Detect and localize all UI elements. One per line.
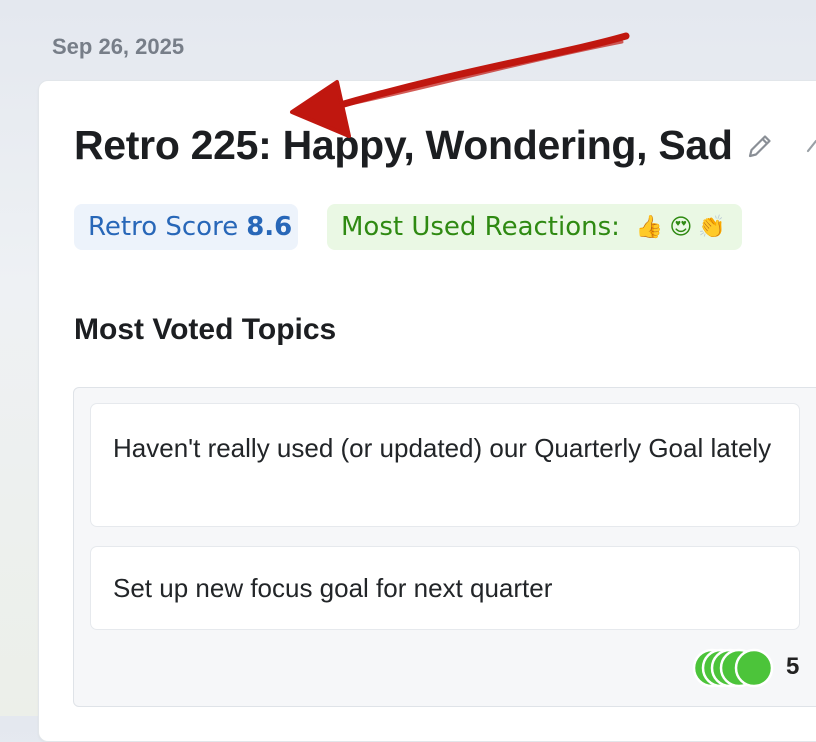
vote-count: 5 [786, 653, 800, 680]
heart-eyes-reaction: 😍 [669, 214, 693, 240]
reactions-badge: Most Used Reactions: 👍 😍 👏 [327, 204, 742, 250]
retro-score-badge: Retro Score 8.6 [74, 204, 298, 250]
vote-dots-icon [692, 648, 774, 688]
page-title: Retro 225: Happy, Wondering, Sad [74, 122, 733, 168]
topic-card[interactable]: Set up new focus goal for next quarter [90, 546, 800, 630]
topic-card[interactable]: Haven't really used (or updated) our Qua… [90, 403, 800, 527]
pencil-icon[interactable] [744, 130, 776, 162]
reactions-label: Most Used Reactions: [341, 212, 620, 242]
retro-score-label: Retro Score [88, 212, 239, 242]
retro-score-value: 8.6 [246, 212, 293, 242]
clapping-reaction: 👏 [698, 214, 726, 240]
retro-date: Sep 26, 2025 [52, 34, 185, 59]
thumbs-up-reaction: 👍 [635, 214, 664, 240]
partial-icon [806, 139, 816, 153]
section-heading: Most Voted Topics [74, 313, 337, 346]
